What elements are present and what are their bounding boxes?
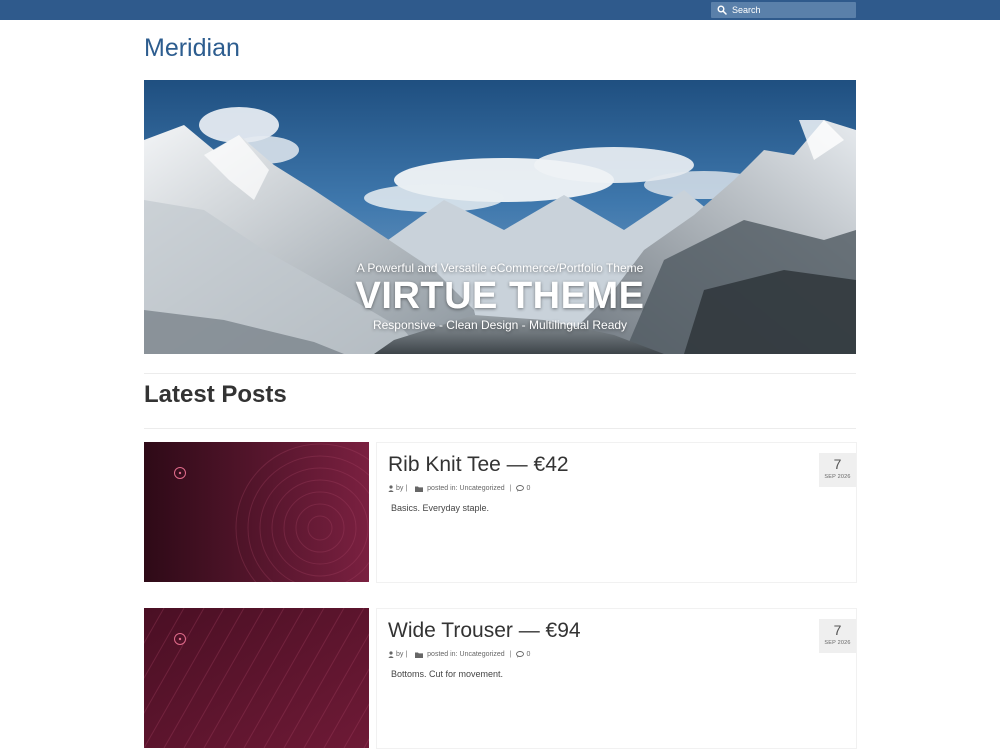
divider bbox=[144, 373, 856, 374]
folder-icon bbox=[415, 486, 424, 492]
comment-icon bbox=[516, 485, 525, 492]
post-excerpt: Basics. Everyday staple. bbox=[391, 503, 490, 513]
comment-count[interactable]: 0 bbox=[526, 651, 530, 658]
post-thumbnail[interactable] bbox=[144, 442, 369, 582]
search-input[interactable] bbox=[732, 5, 842, 15]
meta-separator: | bbox=[509, 485, 512, 492]
section-title: Latest Posts bbox=[144, 381, 287, 408]
post-meta: by | posted in: Uncategorized | 0 bbox=[388, 485, 530, 492]
post-item: Rib Knit Tee — €42 by | posted in: Uncat… bbox=[144, 442, 857, 583]
post-excerpt: Bottoms. Cut for movement. bbox=[391, 669, 504, 679]
hero-tagline: A Powerful and Versatile eCommerce/Portf… bbox=[356, 261, 644, 275]
post-title[interactable]: Rib Knit Tee — €42 bbox=[388, 453, 569, 477]
post-author[interactable]: by | bbox=[396, 485, 407, 492]
site-title[interactable]: Meridian bbox=[144, 34, 240, 63]
post-category[interactable]: Uncategorized bbox=[460, 651, 505, 658]
post-item: Wide Trouser — €94 by | posted in: Uncat… bbox=[144, 608, 857, 749]
post-author[interactable]: by | bbox=[396, 651, 407, 658]
comment-icon bbox=[516, 651, 525, 658]
top-bar bbox=[0, 0, 1000, 20]
post-content: Rib Knit Tee — €42 by | posted in: Uncat… bbox=[376, 442, 857, 583]
divider bbox=[144, 428, 856, 429]
date-day: 7 bbox=[833, 456, 842, 472]
comment-count[interactable]: 0 bbox=[526, 485, 530, 492]
hero-subline: Responsive - Clean Design - Multilingual… bbox=[372, 318, 628, 332]
date-badge: 7 SEP 2026 bbox=[819, 619, 856, 653]
meta-separator: | bbox=[509, 651, 512, 658]
search-box[interactable] bbox=[711, 2, 856, 18]
user-icon bbox=[388, 485, 394, 492]
post-meta: by | posted in: Uncategorized | 0 bbox=[388, 651, 530, 658]
hero-heading: VIRTUE THEME bbox=[355, 275, 645, 317]
hero-banner: A Powerful and Versatile eCommerce/Portf… bbox=[144, 80, 856, 354]
date-badge: 7 SEP 2026 bbox=[819, 453, 856, 487]
post-content: Wide Trouser — €94 by | posted in: Uncat… bbox=[376, 608, 857, 749]
post-title[interactable]: Wide Trouser — €94 bbox=[388, 619, 581, 643]
user-icon bbox=[388, 651, 394, 658]
post-thumbnail[interactable] bbox=[144, 608, 369, 748]
date-month: SEP 2026 bbox=[824, 474, 851, 480]
posted-in-label: posted in: bbox=[427, 485, 458, 492]
post-category[interactable]: Uncategorized bbox=[460, 485, 505, 492]
date-day: 7 bbox=[833, 622, 842, 638]
posted-in-label: posted in: bbox=[427, 651, 458, 658]
folder-icon bbox=[415, 652, 424, 658]
search-icon[interactable] bbox=[717, 5, 727, 15]
date-month: SEP 2026 bbox=[824, 640, 851, 646]
